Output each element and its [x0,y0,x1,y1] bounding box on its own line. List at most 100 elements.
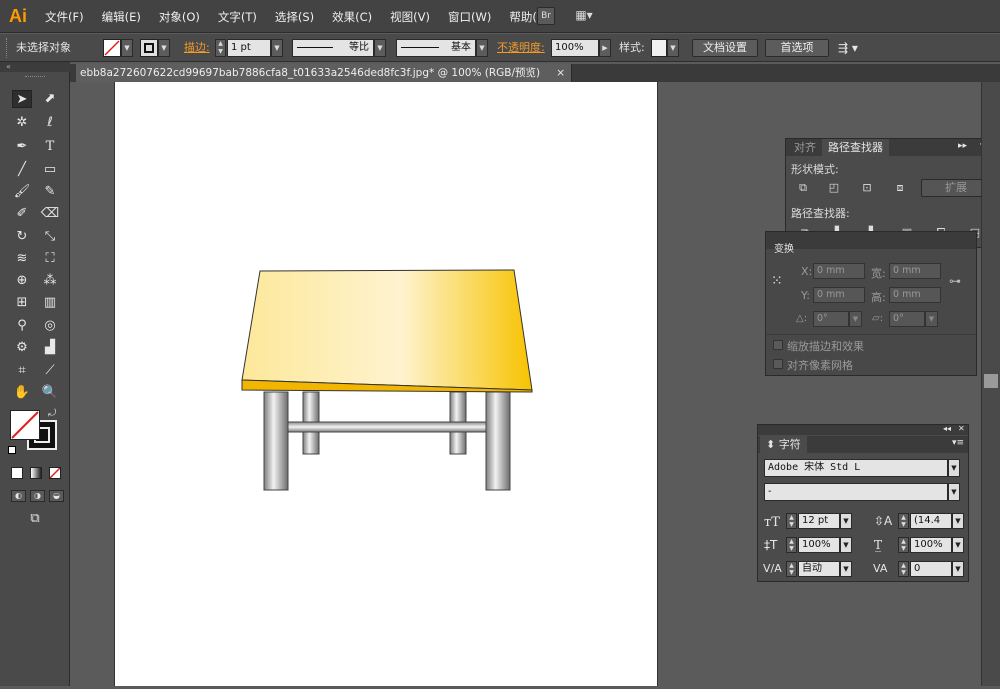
collapse-toolbox-icon[interactable]: « [0,62,70,72]
fill-dropdown[interactable]: ▼ [121,39,133,57]
stroke-swatch[interactable] [140,39,158,57]
tab-pathfinder[interactable]: 路径查找器 [822,139,889,156]
opacity-field[interactable]: 100% [551,39,599,57]
x-field[interactable]: 0 mm [813,263,865,279]
document-setup-button[interactable]: 文档设置 [692,39,758,57]
align-pixel-checkbox[interactable] [773,359,783,369]
stroke-weight-dropdown[interactable]: ▼ [271,39,283,57]
kerning-stepper[interactable]: ▲ ▼ [786,561,797,577]
menu-edit[interactable]: 编辑(E) [102,9,141,25]
width-field[interactable]: 0 mm [889,263,941,279]
collapse-panel-icon[interactable]: ▸▸ [958,141,967,151]
column-graph-tool-icon[interactable]: ▟ [40,339,60,357]
arrange-menu-icon[interactable]: ⇶ ▾ [838,39,858,57]
shape-builder-tool-icon[interactable]: ⊕ [12,272,32,290]
brush-dropdown[interactable]: ▼ [476,39,488,57]
table-artwork[interactable] [115,82,659,686]
font-size-dropdown[interactable]: ▼ [840,513,852,529]
document-tab[interactable]: ebb8a272607622cd99697bab7886cfa8_t01633a… [76,64,572,82]
tracking-stepper[interactable]: ▲ ▼ [898,561,909,577]
draw-inside-icon[interactable]: ◒ [49,490,64,502]
color-mode-icon[interactable] [11,467,23,479]
profile-dropdown[interactable]: ▼ [374,39,386,57]
artboard-tool-icon[interactable]: ⌗ [12,362,32,380]
swap-fill-stroke-icon[interactable]: ⤾ [48,408,56,419]
brush-definition[interactable]: 基本 [396,39,476,57]
stroke-label[interactable]: 描边: [184,39,210,57]
graphic-style-dropdown[interactable]: ▼ [667,39,679,57]
tracking-field[interactable]: 0 [910,561,952,577]
rotate-tool-icon[interactable]: ↻ [12,228,32,246]
kerning-field[interactable]: 自动 [798,561,840,577]
intersect-icon[interactable]: ⊡ [860,182,874,194]
pencil-tool-icon[interactable]: ✎ [40,183,60,201]
tracking-dropdown[interactable]: ▼ [952,561,964,577]
preferences-button[interactable]: 首选项 [765,39,829,57]
vertical-scale-stepper[interactable]: ▲ ▼ [786,537,797,553]
horizontal-scale-dropdown[interactable]: ▼ [952,537,964,553]
kerning-dropdown[interactable]: ▼ [840,561,852,577]
rectangle-tool-icon[interactable]: ▭ [40,161,60,179]
slice-tool-icon[interactable]: ⟋ [40,362,60,380]
gradient-tool-icon[interactable]: ▥ [40,294,60,312]
eyedropper-tool-icon[interactable]: ⚲ [12,317,32,335]
leading-stepper[interactable]: ▲ ▼ [898,513,909,529]
blend-tool-icon[interactable]: ◎ [40,317,60,335]
type-tool-icon[interactable]: T [40,138,60,156]
scrollbar-thumb[interactable] [984,374,998,388]
vertical-scale-field[interactable]: 100% [798,537,840,553]
tab-align[interactable]: 对齐 [788,139,822,156]
y-field[interactable]: 0 mm [813,287,865,303]
blob-brush-tool-icon[interactable]: ✐ [12,205,32,223]
close-tab-icon[interactable]: × [556,64,565,82]
screen-mode-icon[interactable]: ⧉ [25,512,45,526]
magic-wand-tool-icon[interactable]: ✲ [12,114,32,132]
grip-handle[interactable] [6,38,8,58]
mesh-tool-icon[interactable]: ⊞ [12,294,32,312]
font-style-dropdown[interactable]: ▼ [948,483,960,501]
direct-selection-tool-icon[interactable]: ⬈ [40,90,60,108]
horizontal-scale-field[interactable]: 100% [910,537,952,553]
font-style-field[interactable]: - [764,483,948,501]
font-size-stepper[interactable]: ▲ ▼ [786,513,797,529]
menu-object[interactable]: 对象(O) [159,9,200,25]
close-panel-icon[interactable]: ✕ [958,424,965,433]
rotate-field[interactable]: 0° [813,311,849,327]
hand-tool-icon[interactable]: ✋ [12,384,32,402]
reference-point-icon[interactable]: ⁙ [771,272,789,290]
font-family-field[interactable]: Adobe 宋体 Std L [764,459,948,477]
font-family-dropdown[interactable]: ▼ [948,459,960,477]
rotate-dropdown[interactable]: ▼ [849,311,862,327]
none-mode-icon[interactable] [49,467,61,479]
fill-swatch[interactable] [103,39,121,57]
gradient-mode-icon[interactable] [30,467,42,479]
line-tool-icon[interactable]: ╱ [12,161,32,179]
pen-tool-icon[interactable]: ✒ [12,138,32,156]
symbol-tool-icon[interactable]: ⚙ [12,339,32,357]
stroke-dropdown[interactable]: ▼ [158,39,170,57]
scale-strokes-checkbox[interactable] [773,340,783,350]
menu-effect[interactable]: 效果(C) [332,9,372,25]
unite-icon[interactable]: ⧉ [796,182,810,194]
variable-width-profile[interactable]: 等比 [292,39,374,57]
scale-tool-icon[interactable]: ⤡ [40,228,60,246]
bridge-button[interactable]: Br [537,7,555,25]
selection-tool-icon[interactable]: ➤ [12,90,32,108]
tab-transform[interactable]: 变换 [768,241,800,258]
tab-character[interactable]: ⬍ 字符 [760,436,807,453]
font-size-field[interactable]: 12 pt [798,513,840,529]
height-field[interactable]: 0 mm [889,287,941,303]
menu-view[interactable]: 视图(V) [390,9,430,25]
leading-field[interactable]: (14.4 [910,513,952,529]
menu-type[interactable]: 文字(T) [218,9,257,25]
minus-front-icon[interactable]: ◰ [827,182,841,194]
menu-window[interactable]: 窗口(W) [448,9,491,25]
eraser-tool-icon[interactable]: ⌫ [40,205,60,223]
opacity-label[interactable]: 不透明度: [497,39,545,57]
menu-select[interactable]: 选择(S) [275,9,314,25]
fill-color-box[interactable] [10,410,40,440]
default-colors-icon[interactable] [8,446,16,454]
leading-dropdown[interactable]: ▼ [952,513,964,529]
toolbox-grip[interactable] [25,76,45,78]
panel-menu-icon[interactable]: ▾≡ [952,438,964,448]
